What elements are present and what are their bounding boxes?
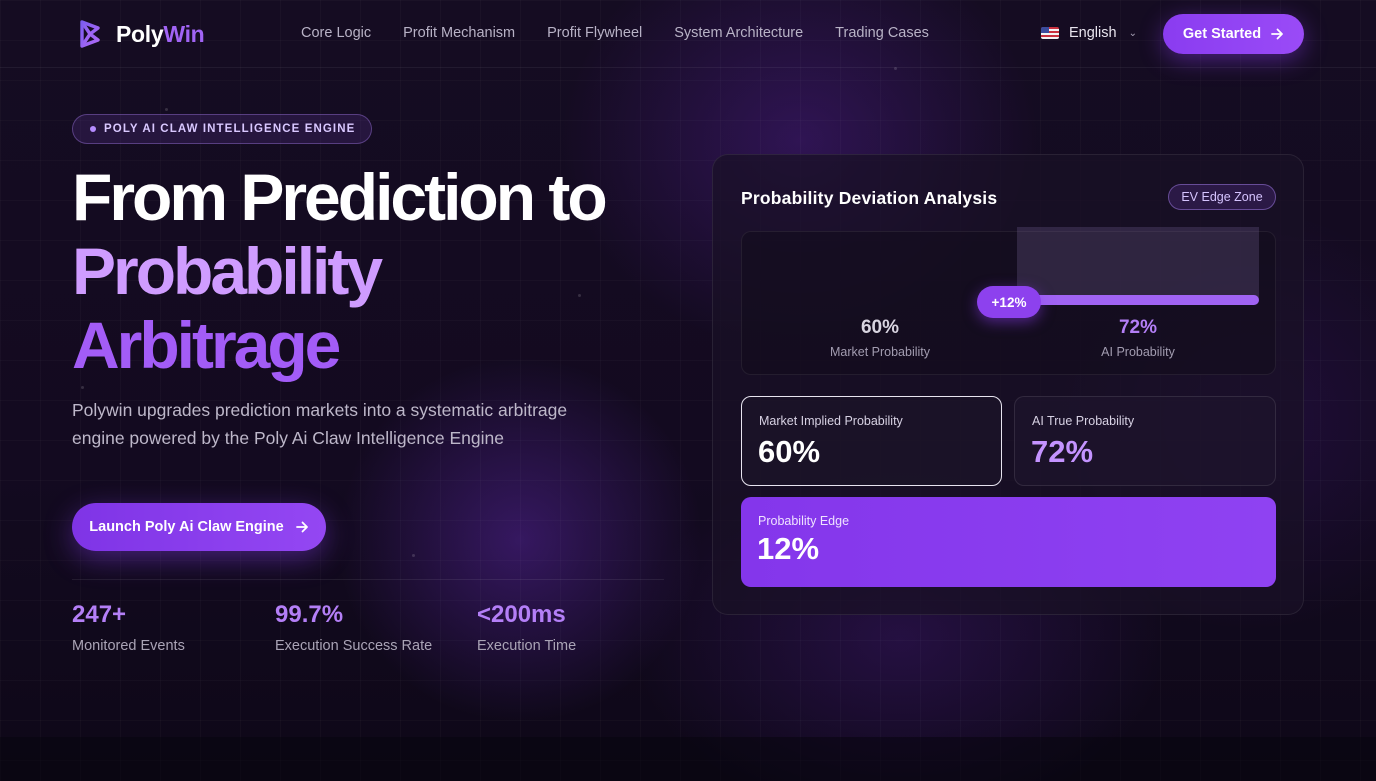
nav-link-profit-mechanism[interactable]: Profit Mechanism [403,25,515,41]
delta-pill: +12% [977,286,1041,318]
us-flag-icon [1041,27,1059,39]
nav-link-profit-flywheel[interactable]: Profit Flywheel [547,25,642,41]
get-started-label: Get Started [1182,26,1262,42]
probability-edge-value: 12% [757,531,820,566]
background-dot [412,554,415,557]
launch-engine-button[interactable]: Launch Poly Ai Claw Engine [72,503,326,551]
hero-subtitle: Polywin upgrades prediction markets into… [72,400,568,448]
market-implied-label: Market Implied Probability [759,414,903,428]
ev-edge-zone-tag: EV Edge Zone [1168,184,1276,210]
edge-zone-shade [1017,227,1259,299]
stat-label: Execution Time [477,638,577,654]
hero-title-line-1: From Prediction to [72,160,608,234]
ai-true-label: AI True Probability [1032,414,1135,428]
nav-link-trading-cases[interactable]: Trading Cases [835,25,929,41]
hero-title-line-2: Probability [72,234,383,308]
hero-title-line-3: Arbitrage [72,308,341,382]
launch-engine-label: Launch Poly Ai Claw Engine [89,519,284,535]
bottom-band [0,737,1376,781]
nav-link-system-architecture[interactable]: System Architecture [674,25,803,41]
probability-analysis-card: Probability Deviation Analysis EV Edge Z… [712,154,1304,615]
ai-probability-bar [1017,295,1259,305]
chevron-down-icon: ⌄ [1128,27,1137,39]
ai-true-value: 72% [1031,434,1094,469]
market-probability-label: Market Probability [829,345,931,359]
stat-label: Monitored Events [72,638,185,654]
top-navigation: PolyWin Core Logic Profit Mechanism Prof… [0,0,1376,68]
language-selector[interactable]: English ⌄ [1041,25,1137,41]
deviation-visual: +12% 60% Market Probability 72% AI Proba… [741,227,1276,375]
stats-divider [72,579,664,580]
market-implied-value: 60% [758,434,821,469]
market-probability-readout: 60% Market Probability [800,317,960,359]
ai-true-probability-box: AI True Probability 72% [1014,396,1276,486]
brand-logo[interactable]: PolyWin [78,19,205,49]
arrow-right-icon [1271,28,1283,40]
badge-dot-icon [90,126,96,132]
brand-name: PolyWin [116,20,205,47]
hero-title: From Prediction to Probability Arbitrage [72,160,608,382]
ai-probability-label: AI Probability [1101,345,1175,359]
polywin-logo-icon [80,20,100,48]
stat-value: 99.7% [275,601,344,628]
market-probability-value: 60% [860,317,900,338]
stat-value: <200ms [477,601,566,628]
stat-label: Execution Success Rate [275,638,433,654]
ai-probability-value: 72% [1118,317,1158,338]
ai-probability-readout: 72% AI Probability [1058,317,1218,359]
probability-edge-label: Probability Edge [758,514,850,528]
arrow-right-icon [295,521,308,533]
badge-label: POLY AI CLAW INTELLIGENCE ENGINE [104,123,356,135]
stat-value: 247+ [72,601,127,628]
engine-badge: POLY AI CLAW INTELLIGENCE ENGINE [72,114,373,144]
probability-edge-box: Probability Edge 12% [741,497,1276,587]
language-label: English [1069,25,1117,41]
stat-execution-time: <200ms Execution Time [477,601,576,654]
get-started-button[interactable]: Get Started [1163,14,1304,54]
background-dot [165,108,168,111]
market-implied-probability-box: Market Implied Probability 60% [741,396,1002,486]
stat-success-rate: 99.7% Execution Success Rate [275,601,432,654]
card-title: Probability Deviation Analysis [741,188,998,208]
main-menu: Core Logic Profit Mechanism Profit Flywh… [301,25,929,41]
nav-link-core-logic[interactable]: Core Logic [301,25,371,41]
background-dot [81,386,84,389]
stat-monitored-events: 247+ Monitored Events [72,601,185,654]
